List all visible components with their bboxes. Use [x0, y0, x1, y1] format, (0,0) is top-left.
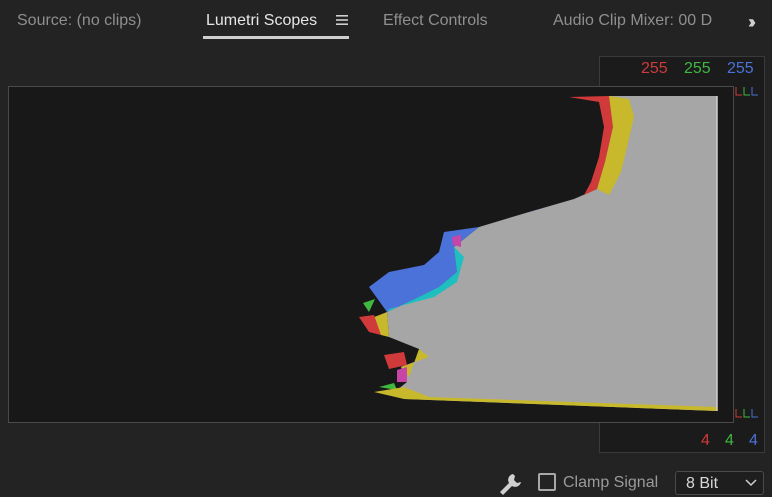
- chevron-down-icon: [745, 479, 757, 487]
- bottom-blue-value: 4: [749, 432, 758, 449]
- bottom-channel-markers: [735, 409, 758, 418]
- top-green-value: 255: [684, 60, 711, 77]
- histogram-graph: [359, 96, 718, 411]
- top-red-value: 255: [641, 60, 668, 77]
- clamp-signal-label: Clamp Signal: [563, 474, 659, 491]
- wrench-icon[interactable]: [498, 472, 522, 496]
- bit-depth-dropdown[interactable]: 8 Bit: [675, 471, 764, 495]
- tab-effect-controls[interactable]: Effect Controls: [383, 12, 488, 30]
- tab-audio-clip-mixer[interactable]: Audio Clip Mixer: 00 D: [553, 12, 713, 30]
- tab-source[interactable]: Source: (no clips): [17, 12, 142, 30]
- active-tab-indicator: [203, 36, 349, 39]
- hamburger-menu-icon[interactable]: [336, 14, 348, 26]
- bottom-green-value: 4: [725, 432, 734, 449]
- bottom-red-value: 4: [701, 432, 710, 449]
- double-chevron-right-icon[interactable]: ››: [748, 12, 756, 33]
- histogram-luma-fill: [387, 96, 717, 411]
- panel-tab-bar: Source: (no clips) Lumetri Scopes Effect…: [0, 0, 772, 44]
- tab-lumetri-scopes[interactable]: Lumetri Scopes: [206, 12, 317, 30]
- histogram-scope-area: [8, 86, 734, 423]
- clamp-signal-checkbox[interactable]: [538, 473, 556, 491]
- top-channel-markers: [735, 87, 758, 96]
- bit-depth-value: 8 Bit: [686, 475, 719, 492]
- top-blue-value: 255: [727, 60, 754, 77]
